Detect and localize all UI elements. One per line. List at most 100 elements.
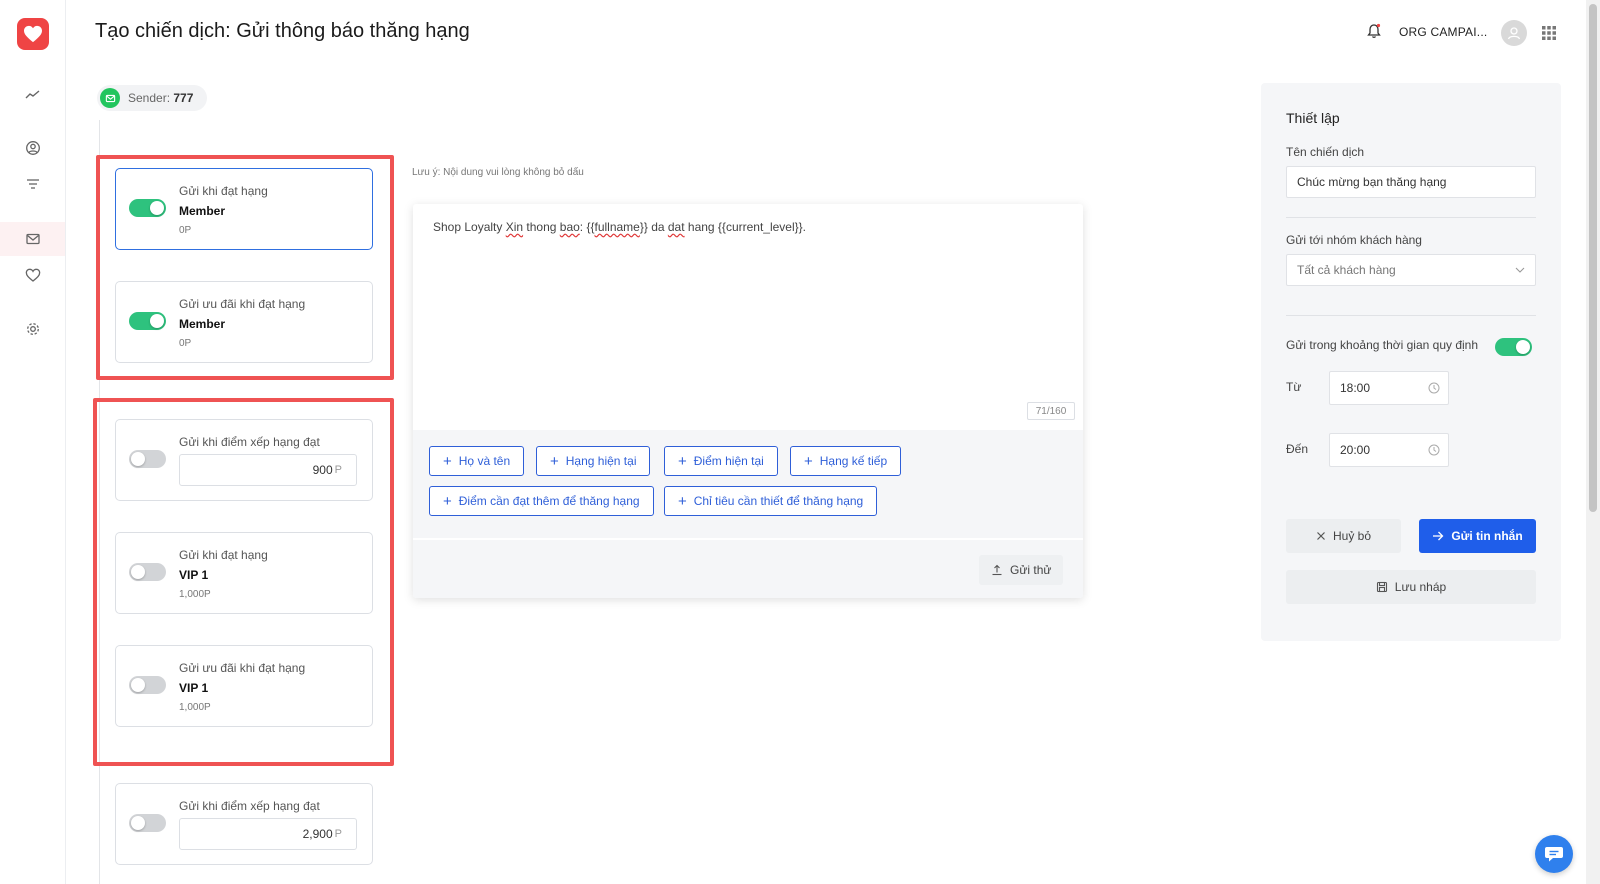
trigger-toggle[interactable]: [129, 563, 166, 581]
from-time-value: 18:00: [1340, 381, 1371, 395]
trigger-card[interactable]: Gửi ưu đãi khi đạt hạng Member 0P: [115, 281, 373, 363]
campaign-name-label: Tên chiến dịch: [1286, 145, 1365, 159]
arrow-right-icon: [1433, 531, 1444, 541]
plus-icon: +: [443, 452, 452, 470]
org-name[interactable]: ORG CAMPAI...: [1399, 25, 1487, 39]
trigger-level: VIP 1: [179, 681, 209, 695]
analytics-icon[interactable]: [0, 78, 65, 112]
avatar[interactable]: [1501, 20, 1527, 46]
mail-icon[interactable]: [0, 222, 65, 256]
char-counter: 71/160: [1027, 402, 1075, 420]
editor-footer: Gửi thử: [413, 538, 1083, 598]
send-message-button[interactable]: Gửi tin nhắn: [1419, 519, 1536, 553]
chat-support-icon[interactable]: [1535, 835, 1573, 873]
trigger-toggle[interactable]: [129, 676, 166, 694]
heart-logo-icon[interactable]: [17, 18, 49, 50]
apps-grid-icon[interactable]: [1541, 25, 1557, 46]
from-time-input[interactable]: 18:00: [1329, 371, 1449, 405]
trigger-points: 1,000P: [179, 589, 211, 600]
trigger-title: Gửi ưu đãi khi đạt hạng: [179, 661, 306, 675]
campaign-name-input[interactable]: Chúc mừng bạn thăng hạng: [1286, 166, 1536, 198]
currency-unit: P: [334, 828, 342, 840]
send-test-button[interactable]: Gửi thử: [979, 555, 1064, 585]
points-input[interactable]: 900 P: [179, 454, 357, 486]
trigger-toggle[interactable]: [129, 199, 166, 217]
tag-button-target-needed[interactable]: + Chỉ tiêu cần thiết để thăng hạng: [664, 486, 878, 516]
save-draft-label: Lưu nháp: [1394, 580, 1447, 594]
send-message-label: Gửi tin nhắn: [1451, 529, 1523, 543]
variable-tags: + Họ và tên + Hạng hiện tại + Điểm hiện tại…: [413, 430, 1083, 538]
save-draft-button[interactable]: Lưu nháp: [1286, 570, 1536, 604]
divider: [1286, 217, 1536, 218]
trigger-level: Member: [179, 317, 226, 331]
page-title: Tạo chiến dịch: Gửi thông báo thăng hạng: [95, 20, 470, 42]
send-test-label: Gửi thử: [1010, 563, 1052, 577]
trigger-points: 0P: [179, 338, 192, 349]
close-icon: [1317, 532, 1325, 540]
trigger-card[interactable]: Gửi khi điểm xếp hạng đạt 900 P: [115, 419, 373, 501]
mail-icon: [100, 88, 120, 108]
from-label: Từ: [1286, 380, 1302, 394]
trigger-toggle[interactable]: [129, 450, 166, 468]
plus-icon: +: [678, 452, 687, 470]
trigger-title: Gửi khi điểm xếp hạng đạt: [179, 435, 320, 449]
upload-icon: [992, 564, 1002, 576]
message-editor: Shop Loyalty Xin thong bao: {{fullname}}…: [413, 204, 1083, 598]
cancel-label: Huỷ bỏ: [1332, 529, 1372, 543]
clock-icon: [1428, 382, 1440, 394]
currency-unit: P: [334, 464, 342, 476]
trigger-card[interactable]: Gửi khi đạt hạng VIP 1 1,000P: [115, 532, 373, 614]
sender-label: Sender:: [128, 91, 171, 105]
tag-button-next-level[interactable]: + Hạng kế tiếp: [790, 446, 902, 476]
scrollbar-thumb[interactable]: [1589, 4, 1597, 512]
trigger-toggle[interactable]: [129, 814, 166, 832]
trigger-card[interactable]: Gửi khi đạt hạng Member 0P: [115, 168, 373, 250]
cancel-button[interactable]: Huỷ bỏ: [1286, 519, 1401, 553]
to-label: Đến: [1286, 442, 1309, 456]
tag-button-current-points[interactable]: + Điểm hiện tại: [664, 446, 778, 476]
points-value: 2,900: [302, 827, 333, 841]
trigger-level: VIP 1: [179, 568, 209, 582]
bell-icon[interactable]: [1367, 23, 1381, 44]
plus-icon: +: [443, 492, 452, 510]
points-value: 900: [312, 463, 333, 477]
message-textarea[interactable]: Shop Loyalty Xin thong bao: {{fullname}}…: [433, 220, 806, 234]
points-input[interactable]: 2,900 P: [179, 818, 357, 850]
tag-button-current-level[interactable]: + Hạng hiện tại: [536, 446, 651, 476]
user-circle-icon[interactable]: [0, 131, 65, 165]
divider: [1286, 315, 1536, 316]
trigger-title: Gửi khi điểm xếp hạng đạt: [179, 799, 320, 813]
settings-panel: Thiết lập Tên chiến dịch Chúc mừng bạn t…: [1261, 83, 1561, 641]
time-window-toggle[interactable]: [1495, 338, 1532, 356]
gear-icon[interactable]: [0, 312, 65, 346]
chevron-down-icon: [1515, 267, 1525, 273]
trigger-card[interactable]: Gửi ưu đãi khi đạt hạng VIP 1 1,000P: [115, 645, 373, 727]
trigger-level: Member: [179, 204, 226, 218]
save-icon: [1376, 581, 1387, 593]
trigger-card[interactable]: Gửi khi điểm xếp hạng đạt 2,900 P: [115, 783, 373, 865]
to-time-input[interactable]: 20:00: [1329, 433, 1449, 467]
editor-note: Lưu ý: Nội dung vui lòng không bỏ dấu: [412, 167, 584, 178]
plus-icon: +: [550, 452, 559, 470]
time-window-label: Gửi trong khoảng thời gian quy định: [1286, 338, 1479, 352]
page-scrollbar[interactable]: [1586, 0, 1600, 884]
plus-icon: +: [678, 492, 687, 510]
trigger-title: Gửi khi đạt hạng: [179, 184, 268, 198]
tag-button-fullname[interactable]: + Họ và tên: [429, 446, 525, 476]
trigger-toggle[interactable]: [129, 312, 166, 330]
clock-icon: [1428, 444, 1440, 456]
trigger-title: Gửi ưu đãi khi đạt hạng: [179, 297, 306, 311]
heart-icon[interactable]: [0, 258, 65, 292]
customer-group-value: Tất cả khách hàng: [1297, 263, 1396, 277]
plus-icon: +: [804, 452, 813, 470]
to-time-value: 20:00: [1340, 443, 1371, 457]
trigger-title: Gửi khi đạt hạng: [179, 548, 268, 562]
customer-group-label: Gửi tới nhóm khách hàng: [1286, 233, 1422, 247]
tag-button-points-needed[interactable]: + Điểm cần đạt thêm để thăng hạng: [429, 486, 654, 516]
filter-icon[interactable]: [0, 167, 65, 201]
customer-group-select[interactable]: Tất cả khách hàng: [1286, 254, 1536, 286]
trigger-points: 1,000P: [179, 702, 211, 713]
sender-badge: Sender: 777: [97, 85, 208, 111]
settings-heading: Thiết lập: [1286, 110, 1340, 126]
sender-value: 777: [173, 91, 194, 105]
